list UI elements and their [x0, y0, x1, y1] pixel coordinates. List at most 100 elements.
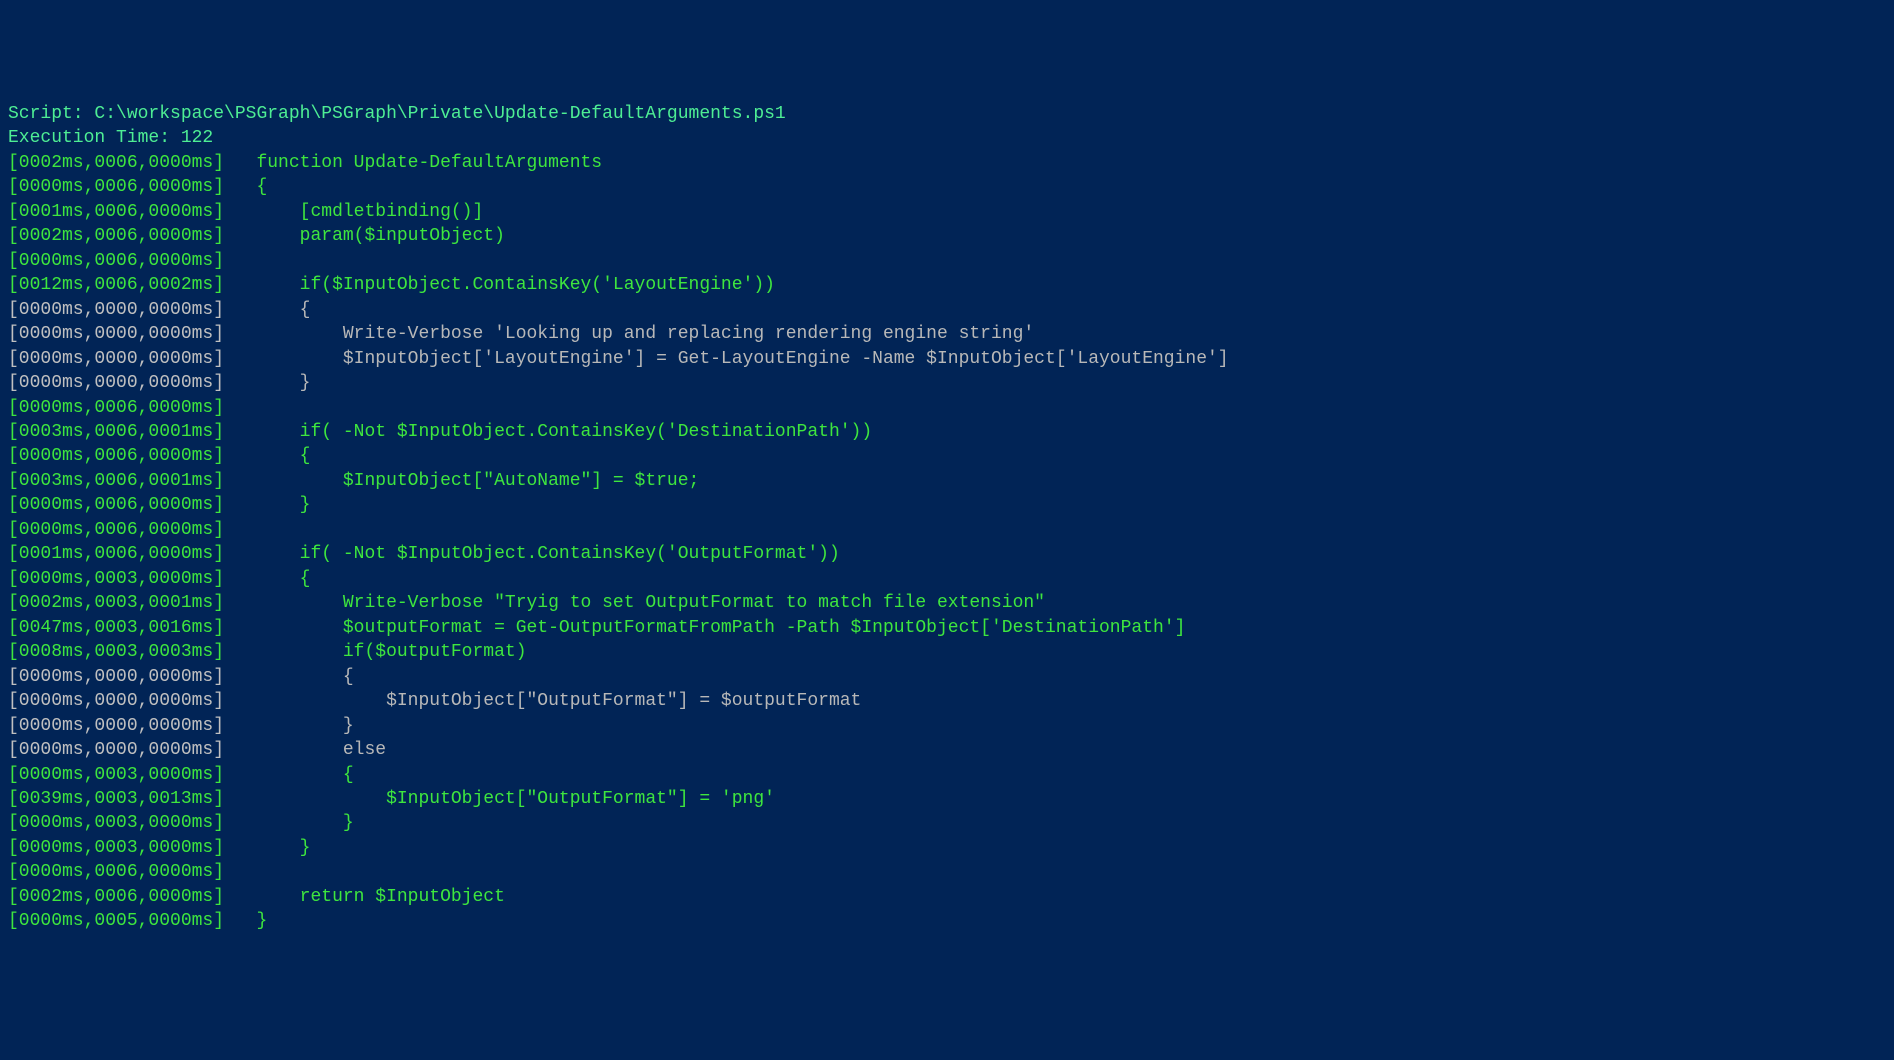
- code-line: [0000ms,0003,0000ms] {: [8, 567, 1886, 591]
- code-text: $InputObject['LayoutEngine'] = Get-Layou…: [224, 349, 1229, 369]
- code-text: }: [224, 495, 310, 515]
- code-line: [0008ms,0003,0003ms] if($outputFormat): [8, 640, 1886, 664]
- code-lines-container: [0002ms,0006,0000ms] function Update-Def…: [8, 151, 1886, 934]
- code-text: }: [224, 716, 354, 736]
- code-text: {: [224, 569, 310, 589]
- code-text: if($InputObject.ContainsKey('LayoutEngin…: [224, 275, 775, 295]
- code-text: else: [224, 740, 386, 760]
- timing-marker: [0000ms,0006,0000ms]: [8, 177, 224, 197]
- timing-marker: [0000ms,0006,0000ms]: [8, 520, 224, 540]
- code-text: [224, 520, 256, 540]
- code-line: [0000ms,0006,0000ms] }: [8, 493, 1886, 517]
- code-line: [0000ms,0006,0000ms] {: [8, 444, 1886, 468]
- code-line: [0000ms,0000,0000ms] }: [8, 371, 1886, 395]
- code-line: [0002ms,0006,0000ms] function Update-Def…: [8, 151, 1886, 175]
- code-line: [0002ms,0006,0000ms] return $InputObject: [8, 885, 1886, 909]
- code-text: Write-Verbose 'Looking up and replacing …: [224, 324, 1034, 344]
- code-text: {: [224, 446, 310, 466]
- timing-marker: [0000ms,0000,0000ms]: [8, 716, 224, 736]
- timing-marker: [0000ms,0000,0000ms]: [8, 740, 224, 760]
- timing-marker: [0001ms,0006,0000ms]: [8, 202, 224, 222]
- exec-time-line: Execution Time: 122: [8, 126, 1886, 150]
- timing-marker: [0000ms,0003,0000ms]: [8, 838, 224, 858]
- code-line: [0000ms,0003,0000ms] }: [8, 836, 1886, 860]
- code-line: [0000ms,0000,0000ms] $InputObject['Layou…: [8, 347, 1886, 371]
- code-line: [0000ms,0006,0000ms] {: [8, 175, 1886, 199]
- code-line: [0003ms,0006,0001ms] $InputObject["AutoN…: [8, 469, 1886, 493]
- code-text: $InputObject["OutputFormat"] = $outputFo…: [224, 691, 861, 711]
- code-text: {: [224, 300, 310, 320]
- code-line: [0047ms,0003,0016ms] $outputFormat = Get…: [8, 616, 1886, 640]
- code-text: [224, 398, 256, 418]
- code-text: $outputFormat = Get-OutputFormatFromPath…: [224, 618, 1185, 638]
- code-line: [0000ms,0000,0000ms] }: [8, 714, 1886, 738]
- code-text: [224, 862, 256, 882]
- timing-marker: [0047ms,0003,0016ms]: [8, 618, 224, 638]
- code-text: }: [224, 838, 310, 858]
- timing-marker: [0000ms,0000,0000ms]: [8, 691, 224, 711]
- code-text: }: [224, 813, 354, 833]
- code-line: [0000ms,0000,0000ms] {: [8, 298, 1886, 322]
- code-text: if( -Not $InputObject.ContainsKey('Desti…: [224, 422, 872, 442]
- code-line: [0001ms,0006,0000ms] [cmdletbinding()]: [8, 200, 1886, 224]
- script-path: C:\workspace\PSGraph\PSGraph\Private\Upd…: [94, 104, 785, 124]
- code-line: [0000ms,0000,0000ms] Write-Verbose 'Look…: [8, 322, 1886, 346]
- code-text: return $InputObject: [224, 887, 505, 907]
- timing-marker: [0002ms,0003,0001ms]: [8, 593, 224, 613]
- code-line: [0000ms,0006,0000ms]: [8, 860, 1886, 884]
- code-line: [0002ms,0003,0001ms] Write-Verbose "Tryi…: [8, 591, 1886, 615]
- code-text: $InputObject["OutputFormat"] = 'png': [224, 789, 775, 809]
- timing-marker: [0000ms,0005,0000ms]: [8, 911, 224, 931]
- timing-marker: [0003ms,0006,0001ms]: [8, 471, 224, 491]
- timing-marker: [0000ms,0000,0000ms]: [8, 667, 224, 687]
- timing-marker: [0002ms,0006,0000ms]: [8, 226, 224, 246]
- code-line: [0001ms,0006,0000ms] if( -Not $InputObje…: [8, 542, 1886, 566]
- code-line: [0000ms,0003,0000ms] {: [8, 763, 1886, 787]
- code-line: [0012ms,0006,0002ms] if($InputObject.Con…: [8, 273, 1886, 297]
- code-text: {: [224, 177, 267, 197]
- code-text: {: [224, 667, 354, 687]
- code-text: }: [224, 373, 310, 393]
- timing-marker: [0001ms,0006,0000ms]: [8, 544, 224, 564]
- code-line: [0000ms,0003,0000ms] }: [8, 811, 1886, 835]
- code-text: [224, 251, 256, 271]
- code-text: {: [224, 765, 354, 785]
- code-line: [0000ms,0000,0000ms] $InputObject["Outpu…: [8, 689, 1886, 713]
- timing-marker: [0000ms,0000,0000ms]: [8, 300, 224, 320]
- script-header-line: Script: C:\workspace\PSGraph\PSGraph\Pri…: [8, 102, 1886, 126]
- timing-marker: [0000ms,0006,0000ms]: [8, 446, 224, 466]
- code-line: [0000ms,0006,0000ms]: [8, 249, 1886, 273]
- timing-marker: [0000ms,0006,0000ms]: [8, 862, 224, 882]
- timing-marker: [0012ms,0006,0002ms]: [8, 275, 224, 295]
- code-line: [0000ms,0006,0000ms]: [8, 518, 1886, 542]
- code-line: [0000ms,0000,0000ms] else: [8, 738, 1886, 762]
- code-line: [0000ms,0000,0000ms] {: [8, 665, 1886, 689]
- code-text: }: [224, 911, 267, 931]
- code-text: if( -Not $InputObject.ContainsKey('Outpu…: [224, 544, 840, 564]
- code-text: function Update-DefaultArguments: [224, 153, 602, 173]
- timing-marker: [0000ms,0000,0000ms]: [8, 373, 224, 393]
- code-text: Write-Verbose "Tryig to set OutputFormat…: [224, 593, 1045, 613]
- exec-time-value: 122: [181, 128, 213, 148]
- timing-marker: [0000ms,0000,0000ms]: [8, 349, 224, 369]
- terminal-output: Script: C:\workspace\PSGraph\PSGraph\Pri…: [8, 102, 1886, 934]
- code-text: if($outputFormat): [224, 642, 526, 662]
- timing-marker: [0008ms,0003,0003ms]: [8, 642, 224, 662]
- code-line: [0000ms,0006,0000ms]: [8, 396, 1886, 420]
- timing-marker: [0000ms,0003,0000ms]: [8, 569, 224, 589]
- code-text: param($inputObject): [224, 226, 505, 246]
- timing-marker: [0000ms,0003,0000ms]: [8, 765, 224, 785]
- timing-marker: [0003ms,0006,0001ms]: [8, 422, 224, 442]
- timing-marker: [0000ms,0006,0000ms]: [8, 495, 224, 515]
- timing-marker: [0000ms,0000,0000ms]: [8, 324, 224, 344]
- code-text: $InputObject["AutoName"] = $true;: [224, 471, 699, 491]
- code-line: [0039ms,0003,0013ms] $InputObject["Outpu…: [8, 787, 1886, 811]
- script-label: Script:: [8, 104, 94, 124]
- code-line: [0003ms,0006,0001ms] if( -Not $InputObje…: [8, 420, 1886, 444]
- timing-marker: [0000ms,0003,0000ms]: [8, 813, 224, 833]
- timing-marker: [0002ms,0006,0000ms]: [8, 887, 224, 907]
- exec-time-label: Execution Time:: [8, 128, 181, 148]
- code-text: [cmdletbinding()]: [224, 202, 483, 222]
- timing-marker: [0000ms,0006,0000ms]: [8, 251, 224, 271]
- timing-marker: [0000ms,0006,0000ms]: [8, 398, 224, 418]
